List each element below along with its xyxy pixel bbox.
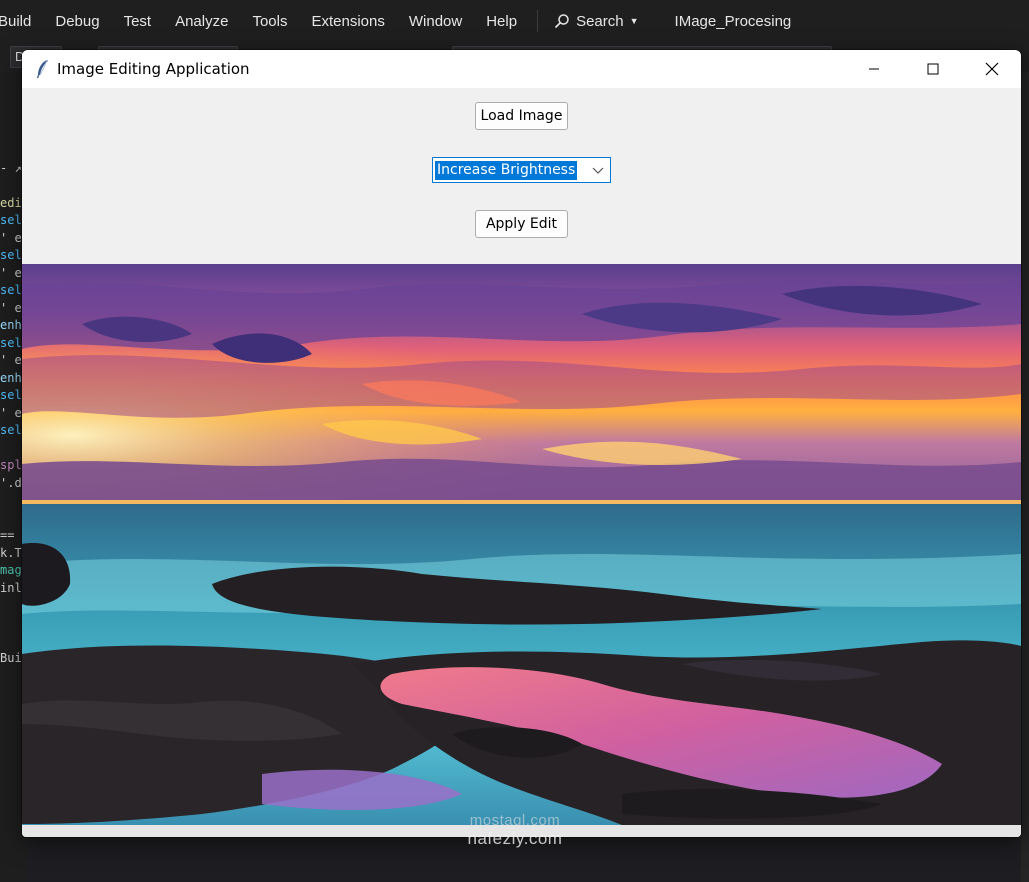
vs-menu-debug[interactable]: Debug xyxy=(43,13,111,30)
vs-search-label: Search xyxy=(576,12,624,30)
chevron-down-icon: ▼ xyxy=(629,16,639,26)
vs-menu-build[interactable]: Build xyxy=(0,13,43,30)
window-title: Image Editing Application xyxy=(57,60,250,78)
feather-icon xyxy=(32,58,54,80)
vs-menu-test[interactable]: Test xyxy=(112,13,164,30)
vs-project-name: IMage_Procesing xyxy=(674,12,792,30)
app-window: Image Editing Application Load Image Inc… xyxy=(22,50,1021,837)
load-image-button[interactable]: Load Image xyxy=(475,102,568,130)
vs-menubar: Build Debug Test Analyze Tools Extension… xyxy=(0,0,1029,42)
vs-right-panel-edge xyxy=(1021,72,1029,882)
maximize-button[interactable] xyxy=(903,50,962,88)
edit-type-combobox[interactable]: Increase Brightness xyxy=(432,157,611,183)
watermark-line-1: mostaql.com xyxy=(469,812,561,829)
apply-edit-button[interactable]: Apply Edit xyxy=(475,210,568,238)
window-controls xyxy=(844,50,1021,88)
image-display xyxy=(22,264,1021,825)
vs-menu-divider xyxy=(537,10,539,32)
vs-menu-help[interactable]: Help xyxy=(474,13,529,30)
edit-type-selected: Increase Brightness xyxy=(435,161,578,180)
close-icon xyxy=(985,62,998,76)
watermark-line-2: nafezly.com xyxy=(467,829,563,848)
controls-panel: Load Image Increase Brightness Apply Edi… xyxy=(22,88,1021,264)
vs-menu-extensions[interactable]: Extensions xyxy=(299,13,396,30)
search-icon xyxy=(554,13,570,29)
vs-menu-analyze[interactable]: Analyze xyxy=(163,13,240,30)
chevron-down-icon[interactable] xyxy=(592,164,604,176)
watermark: mostaql.com nafezly.com xyxy=(450,812,580,849)
vs-menu-tools[interactable]: Tools xyxy=(240,13,299,30)
title-bar[interactable]: Image Editing Application xyxy=(22,50,1021,88)
vs-menu-window[interactable]: Window xyxy=(397,13,474,30)
close-button[interactable] xyxy=(962,50,1021,88)
vs-search-button[interactable]: Search ▼ xyxy=(544,13,648,30)
minimize-button[interactable] xyxy=(844,50,903,88)
sunset-seascape-image xyxy=(22,264,1021,825)
minimize-icon xyxy=(868,68,879,70)
maximize-icon xyxy=(927,63,938,75)
